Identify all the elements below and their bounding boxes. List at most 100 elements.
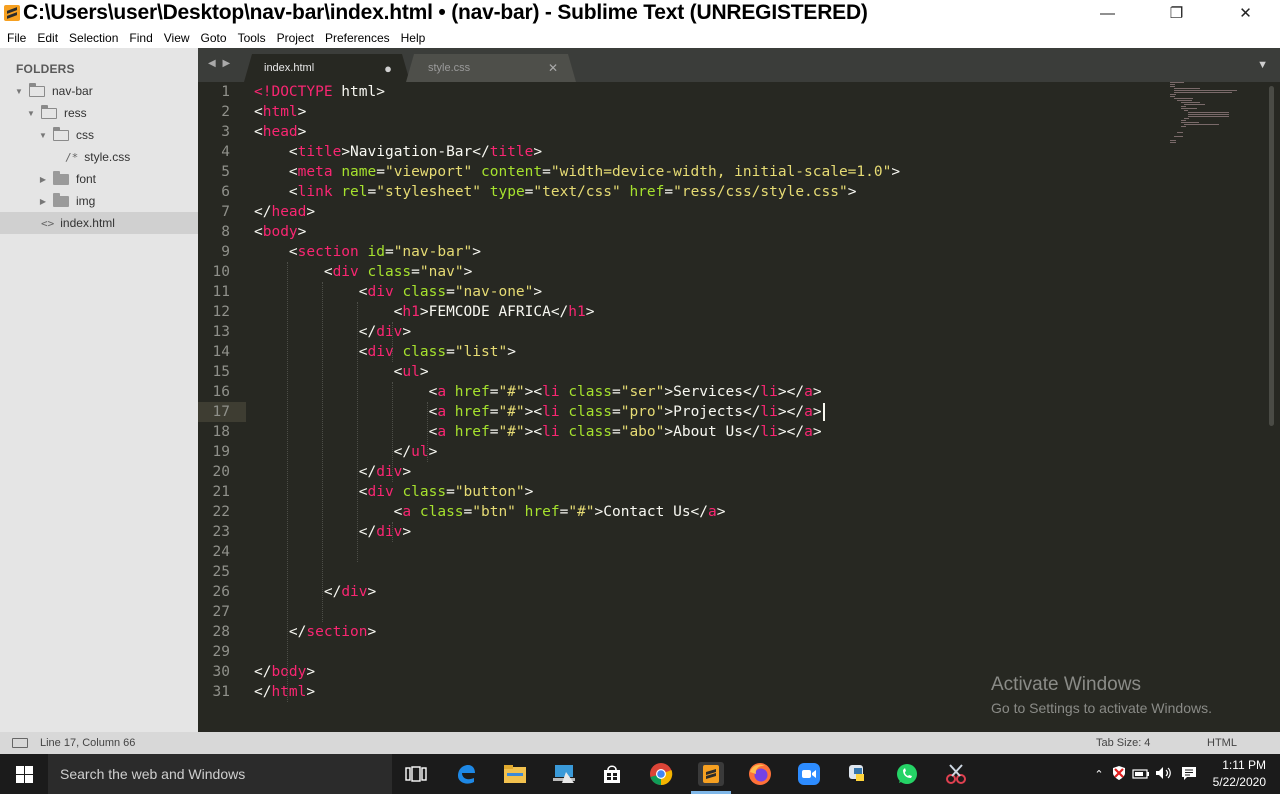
unsaved-dot-icon[interactable]: ●: [384, 61, 392, 76]
show-hidden-icons-chevron-icon[interactable]: ⌃: [1090, 768, 1108, 781]
menu-edit[interactable]: Edit: [37, 31, 58, 45]
code-line[interactable]: <h1>FEMCODE AFRICA</h1>: [254, 302, 595, 322]
line-number: 24: [212, 544, 230, 560]
chevron-down-icon[interactable]: ▼: [26, 109, 36, 118]
sublime-taskbar-icon[interactable]: [698, 762, 724, 786]
task-view-icon[interactable]: [404, 762, 428, 786]
code-token: <: [254, 404, 438, 420]
chevron-right-icon[interactable]: ▶: [38, 197, 48, 206]
connect-app-icon[interactable]: [552, 762, 576, 786]
tab-size-setting[interactable]: Tab Size: 4: [1096, 737, 1150, 749]
store-icon[interactable]: [600, 762, 624, 786]
whatsapp-icon[interactable]: [895, 762, 919, 786]
code-line[interactable]: <body>: [254, 222, 306, 242]
line-number: 11: [212, 284, 230, 300]
code-line[interactable]: <ul>: [254, 362, 429, 382]
close-icon[interactable]: ✕: [548, 61, 558, 75]
chevron-down-icon[interactable]: ▼: [14, 87, 24, 96]
code-line[interactable]: </ul>: [254, 442, 438, 462]
code-line[interactable]: </div>: [254, 522, 411, 542]
code-line[interactable]: </head>: [254, 202, 315, 222]
tree-item-index-html[interactable]: <> index.html: [0, 212, 198, 234]
code-line[interactable]: </body>: [254, 662, 315, 682]
code-token: >: [507, 344, 516, 360]
code-line[interactable]: </div>: [254, 462, 411, 482]
menu-preferences[interactable]: Preferences: [325, 31, 390, 45]
start-button[interactable]: [0, 754, 48, 794]
syntax-selector[interactable]: HTML: [1207, 737, 1237, 749]
tree-item-nav-bar[interactable]: ▼ nav-bar: [0, 80, 198, 102]
chevron-down-icon[interactable]: ▼: [38, 131, 48, 140]
menu-file[interactable]: File: [7, 31, 26, 45]
code-area[interactable]: <!DOCTYPE html> <html> <head> <title>Navig…: [254, 82, 1214, 732]
code-editor[interactable]: 1 2 3 4 5 6 7 8 9 10 11 12 13 14 15 16 17 18 19 20 21 22 23 24 2…: [198, 82, 1280, 732]
taskbar-search[interactable]: Search the web and Windows: [48, 754, 392, 794]
code-token: <: [254, 344, 368, 360]
python-icon[interactable]: [846, 762, 870, 786]
menu-view[interactable]: View: [164, 31, 190, 45]
tree-item-style-css[interactable]: /* style.css: [0, 146, 198, 168]
menu-goto[interactable]: Goto: [201, 31, 227, 45]
code-token: li: [760, 404, 778, 420]
menu-tools[interactable]: Tools: [238, 31, 266, 45]
code-line[interactable]: </div>: [254, 582, 376, 602]
menu-help[interactable]: Help: [401, 31, 426, 45]
close-button[interactable]: ✕: [1211, 0, 1280, 26]
code-line[interactable]: <div class="nav-one">: [254, 282, 542, 302]
panel-toggle-icon[interactable]: [12, 738, 28, 748]
code-line[interactable]: </div>: [254, 322, 411, 342]
tree-item-ress[interactable]: ▼ ress: [0, 102, 198, 124]
zoom-icon[interactable]: [797, 762, 821, 786]
sidebar: FOLDERS ▼ nav-bar ▼ ress ▼ css /* style.css ▶ fon…: [0, 48, 198, 732]
menu-selection[interactable]: Selection: [69, 31, 118, 45]
file-explorer-icon[interactable]: [503, 762, 527, 786]
code-line[interactable]: </html>: [254, 682, 315, 702]
tree-item-css[interactable]: ▼ css: [0, 124, 198, 146]
tab-list-dropdown-icon[interactable]: ▼: [1257, 59, 1268, 71]
code-line[interactable]: </section>: [254, 622, 376, 642]
menu-project[interactable]: Project: [277, 31, 314, 45]
code-token: =: [611, 384, 621, 400]
code-line[interactable]: <html>: [254, 102, 306, 122]
minimize-button[interactable]: —: [1073, 0, 1142, 26]
chrome-icon[interactable]: [649, 762, 673, 786]
defender-warning-icon[interactable]: [1108, 765, 1130, 784]
code-token: ></: [777, 404, 805, 420]
code-line[interactable]: <meta name="viewport" content="width=dev…: [254, 162, 900, 182]
code-token: "viewport": [384, 164, 473, 180]
code-line[interactable]: <a class="btn" href="#">Contact Us</a>: [254, 502, 726, 522]
code-line[interactable]: <div class="list">: [254, 342, 516, 362]
code-line[interactable]: <title>Navigation-Bar</title>: [254, 142, 542, 162]
minimap[interactable]: [1170, 82, 1242, 152]
code-line[interactable]: <head>: [254, 122, 306, 142]
code-line[interactable]: <link rel="stylesheet" type="text/css" h…: [254, 182, 857, 202]
tree-item-font[interactable]: ▶ font: [0, 168, 198, 190]
code-line[interactable]: <a href="#"><li class="pro">Projects</li…: [254, 402, 822, 422]
tab-style-css[interactable]: style.css ✕: [406, 54, 576, 82]
minimap-line: [1188, 112, 1229, 113]
chevron-right-icon[interactable]: ▶: [38, 175, 48, 184]
tree-item-img[interactable]: ▶ img: [0, 190, 198, 212]
code-line[interactable]: <section id="nav-bar">: [254, 242, 481, 262]
code-line[interactable]: <a href="#"><li class="ser">Services</li…: [254, 382, 822, 402]
battery-icon[interactable]: [1130, 767, 1152, 782]
code-line[interactable]: <!DOCTYPE html>: [254, 82, 385, 102]
firefox-icon[interactable]: [748, 762, 772, 786]
folder-icon: [41, 104, 57, 119]
code-line[interactable]: <div class="button">: [254, 482, 534, 502]
notifications-icon[interactable]: [1176, 765, 1202, 784]
edge-browser-icon[interactable]: [454, 762, 478, 786]
code-line[interactable]: <a href="#"><li class="abo">About Us</li…: [254, 422, 822, 442]
vertical-scrollbar[interactable]: [1269, 86, 1274, 426]
tab-nav-arrows[interactable]: ◀ ▶: [208, 58, 232, 69]
clock-time: 1:11 PM: [1222, 758, 1266, 772]
menu-find[interactable]: Find: [129, 31, 152, 45]
taskbar-clock[interactable]: 1:11 PM 5/22/2020: [1213, 757, 1266, 791]
snipping-tool-icon[interactable]: [944, 762, 968, 786]
code-token: ></: [777, 384, 805, 400]
tab-index-html[interactable]: index.html ●: [244, 54, 410, 82]
maximize-button[interactable]: ❐: [1142, 0, 1211, 26]
file-type-icon: /*: [65, 150, 79, 164]
volume-icon[interactable]: [1152, 766, 1176, 783]
